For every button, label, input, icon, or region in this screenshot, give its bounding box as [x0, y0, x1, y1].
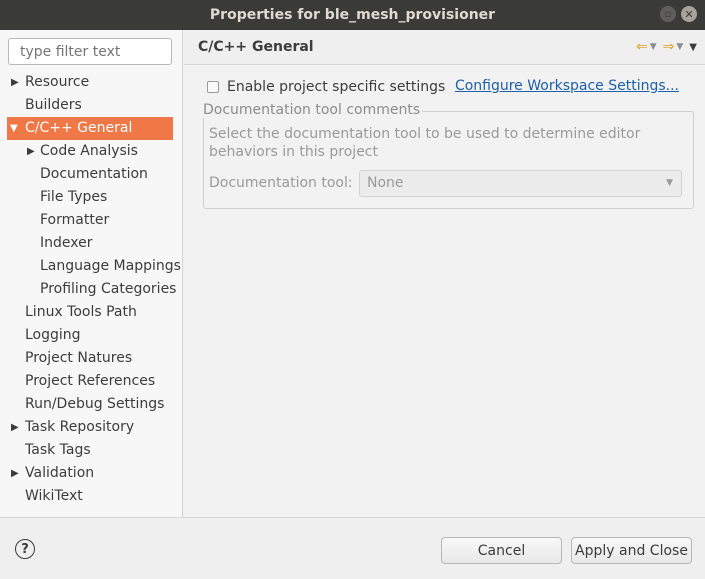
- tree-item-file-types[interactable]: File Types: [0, 186, 183, 209]
- expand-arrow-icon[interactable]: ▶: [11, 416, 19, 439]
- tree-item-resource[interactable]: ▶ Resource: [0, 71, 183, 94]
- tree-item-label: Builders: [25, 97, 82, 113]
- tree-item-label: Task Tags: [25, 442, 91, 458]
- tree-item-task-tags[interactable]: Task Tags: [0, 439, 183, 462]
- tree-item-label: Resource: [25, 74, 90, 90]
- tree-item-label: C/C++ General: [25, 120, 133, 136]
- tree-item-wikitext[interactable]: WikiText: [0, 485, 183, 508]
- tree-item-label: Documentation: [40, 166, 148, 182]
- tree-item-label: Logging: [25, 327, 81, 343]
- documentation-tool-value: None: [367, 175, 404, 191]
- tree-item-label: WikiText: [25, 488, 83, 504]
- configure-workspace-link[interactable]: Configure Workspace Settings...: [455, 78, 679, 94]
- tree-item-linux-tools-path[interactable]: Linux Tools Path: [0, 301, 183, 324]
- group-description: Select the documentation tool to be used…: [209, 126, 641, 160]
- tree-item-cpp-general[interactable]: ▼ C/C++ General: [7, 117, 173, 140]
- enable-specific-settings[interactable]: Enable project specific settings: [207, 79, 445, 95]
- documentation-tool-label: Documentation tool:: [209, 175, 353, 191]
- page-header: C/C++ General ⇐ ▼ ⇒ ▼ ▼: [184, 30, 705, 65]
- tree-item-project-references[interactable]: Project References: [0, 370, 183, 393]
- group-title: Documentation tool comments: [203, 102, 423, 118]
- enable-specific-label: Enable project specific settings: [227, 79, 446, 95]
- properties-page: C/C++ General ⇐ ▼ ⇒ ▼ ▼ Enable project s…: [184, 30, 705, 517]
- expand-arrow-icon[interactable]: ▶: [27, 140, 35, 163]
- tree-item-label: Task Repository: [25, 419, 135, 435]
- filter-input[interactable]: [8, 38, 172, 65]
- documentation-tool-select[interactable]: None ▼: [359, 170, 682, 197]
- window-titlebar: Properties for ble_mesh_provisioner ▫ ✕: [0, 0, 705, 30]
- help-icon[interactable]: ?: [15, 539, 35, 559]
- page-title: C/C++ General: [198, 39, 314, 55]
- tree-item-label: Indexer: [40, 235, 93, 251]
- tree-item-label: Linux Tools Path: [25, 304, 137, 320]
- tree-item-label: Project Natures: [25, 350, 133, 366]
- tree-item-indexer[interactable]: Indexer: [0, 232, 183, 255]
- tree-item-label: Code Analysis: [40, 143, 138, 159]
- category-panel: ▶ Resource Builders ▼ C/C++ General ▶ Co…: [0, 30, 183, 517]
- forward-arrow-icon[interactable]: ⇒: [663, 39, 675, 55]
- minimize-icon[interactable]: ▫: [660, 6, 676, 22]
- tree-item-label: Formatter: [40, 212, 110, 228]
- tree-item-logging[interactable]: Logging: [0, 324, 183, 347]
- tree-item-label: Run/Debug Settings: [25, 396, 165, 412]
- tree-item-validation[interactable]: ▶ Validation: [0, 462, 183, 485]
- forward-history-dropdown-icon[interactable]: ▼: [676, 42, 683, 52]
- window-title: Properties for ble_mesh_provisioner: [209, 7, 496, 23]
- cancel-button[interactable]: Cancel: [441, 537, 562, 564]
- expand-arrow-icon[interactable]: ▶: [11, 71, 19, 94]
- category-tree: ▶ Resource Builders ▼ C/C++ General ▶ Co…: [0, 71, 183, 508]
- tree-item-profiling-categories[interactable]: Profiling Categories: [0, 278, 183, 301]
- tree-item-label: Project References: [25, 373, 156, 389]
- tree-item-documentation[interactable]: Documentation: [0, 163, 183, 186]
- apply-and-close-button[interactable]: Apply and Close: [571, 537, 692, 564]
- tree-item-project-natures[interactable]: Project Natures: [0, 347, 183, 370]
- back-arrow-icon[interactable]: ⇐: [636, 39, 648, 55]
- tree-item-run-debug-settings[interactable]: Run/Debug Settings: [0, 393, 183, 416]
- tree-item-formatter[interactable]: Formatter: [0, 209, 183, 232]
- view-menu-icon[interactable]: ▼: [689, 42, 697, 53]
- tree-item-label: Profiling Categories: [40, 281, 177, 297]
- tree-item-label: Validation: [25, 465, 95, 481]
- tree-item-task-repository[interactable]: ▶ Task Repository: [0, 416, 183, 439]
- dialog-button-bar: ? Cancel Apply and Close: [0, 517, 705, 579]
- page-navigation: ⇐ ▼ ⇒ ▼ ▼: [636, 39, 697, 55]
- tree-item-language-mappings[interactable]: Language Mappings: [0, 255, 183, 278]
- back-history-dropdown-icon[interactable]: ▼: [650, 42, 657, 52]
- collapse-arrow-icon[interactable]: ▼: [10, 117, 18, 140]
- tree-item-label: File Types: [40, 189, 108, 205]
- tree-item-label: Language Mappings: [40, 258, 181, 274]
- tree-item-builders[interactable]: Builders: [0, 94, 183, 117]
- enable-specific-checkbox[interactable]: [207, 81, 219, 93]
- tree-item-code-analysis[interactable]: ▶ Code Analysis: [0, 140, 183, 163]
- close-icon[interactable]: ✕: [681, 6, 697, 22]
- chevron-down-icon: ▼: [666, 178, 673, 188]
- expand-arrow-icon[interactable]: ▶: [11, 462, 19, 485]
